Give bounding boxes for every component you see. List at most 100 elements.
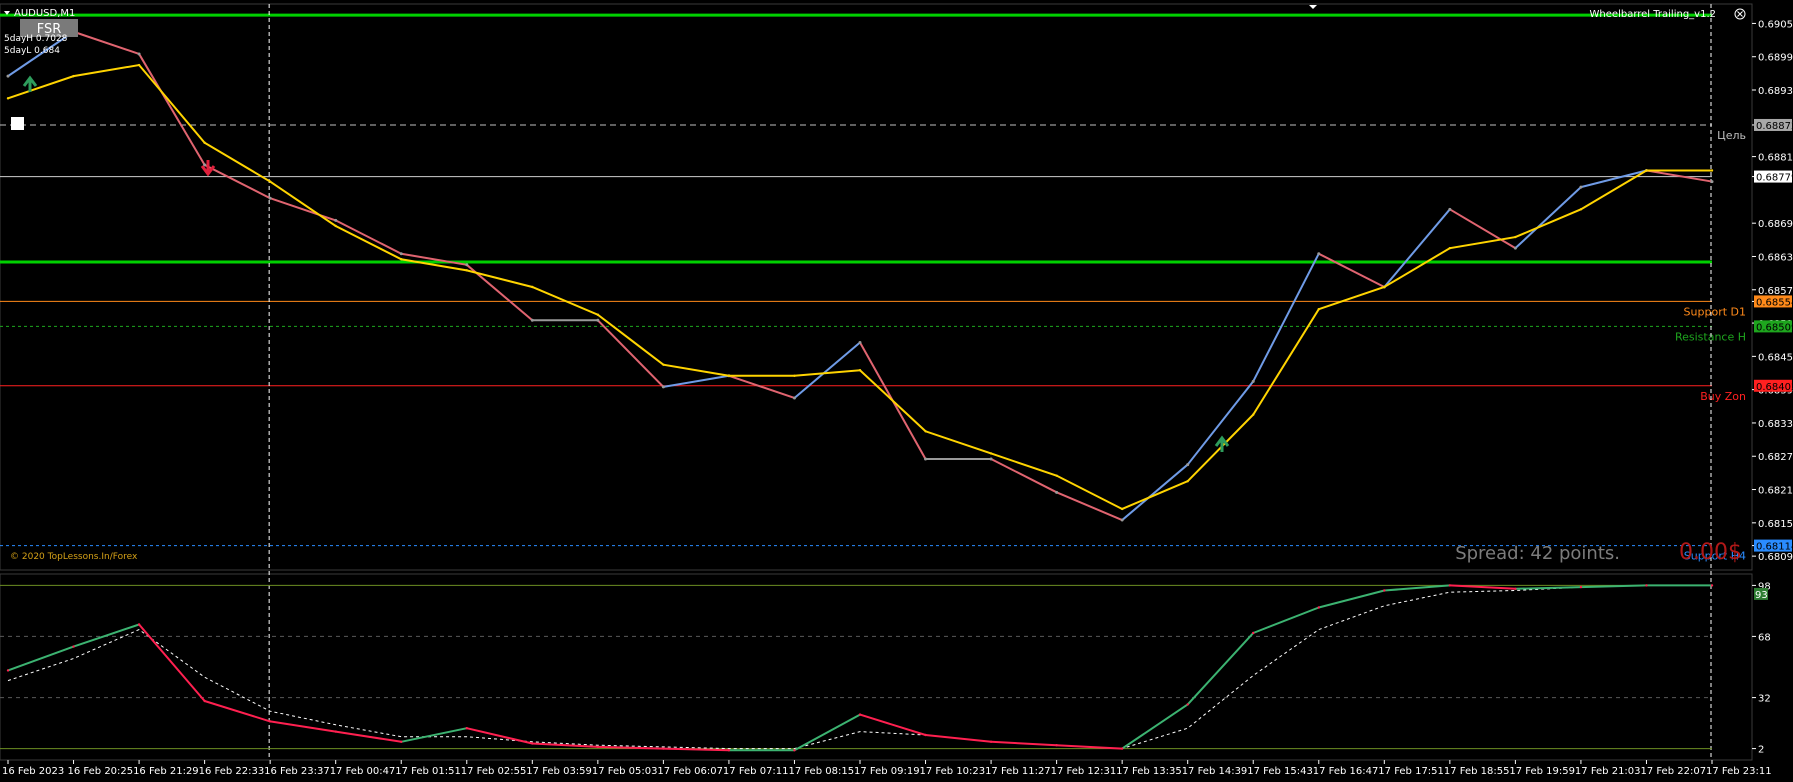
osc-tick-label: 2 <box>1758 745 1764 756</box>
osc-point <box>793 749 796 752</box>
five-day-low: 5dayL 0.684 <box>4 46 60 56</box>
ma-point <box>1317 307 1320 311</box>
price-point <box>792 396 796 400</box>
price-point <box>137 52 141 56</box>
ma-point <box>203 141 206 144</box>
level-value-tag-label: 0.68402 <box>1756 382 1793 393</box>
level-value-tag-label: 0.68779 <box>1756 173 1793 184</box>
ma-point <box>465 269 468 272</box>
osc-main-segment <box>73 623 140 648</box>
x-tick-label: 17 Feb 09:19 <box>854 766 920 777</box>
osc-point <box>1514 587 1517 590</box>
price-point <box>1513 246 1517 250</box>
price-segment <box>335 219 402 255</box>
osc-point <box>1055 744 1058 747</box>
level-label: Support D1 <box>1684 305 1746 318</box>
price-segment <box>1186 380 1255 466</box>
price-point <box>989 457 993 461</box>
trailing-ma-line <box>7 63 1712 511</box>
ma-point <box>858 369 862 372</box>
time-axis: 16 Feb 2023 16 Feb 20:25 16 Feb 21:29 16 Fe… <box>2 760 1772 777</box>
indicator-name: Wheelbarrel Trailing_v1.2 <box>1590 9 1716 20</box>
osc-tick-label: 32 <box>1758 694 1771 705</box>
spread-text: Spread: 42 points. <box>1455 543 1620 564</box>
osc-main-segment <box>335 730 402 743</box>
osc-point <box>1579 585 1583 589</box>
y-tick-label: 0.68815 <box>1758 153 1793 164</box>
oscillator-layer <box>0 584 1714 752</box>
osc-main-segment <box>1121 703 1189 750</box>
shift-marker-icon[interactable] <box>1309 5 1317 9</box>
osc-point <box>203 699 206 703</box>
osc-point <box>1120 747 1124 750</box>
price-segment <box>1056 491 1123 521</box>
symbol-title: AUDUSD,M1 <box>14 8 75 19</box>
osc-point <box>72 645 75 648</box>
level-value-tag-label: 0.68554 <box>1756 297 1793 308</box>
osc-main-segment <box>270 720 336 733</box>
price-segment <box>1646 169 1713 183</box>
osc-point <box>1317 606 1320 609</box>
x-tick-label: 17 Feb 01:51 <box>395 766 461 777</box>
y-tick-label: 0.68635 <box>1758 252 1793 263</box>
osc-point <box>662 747 665 750</box>
osc-point <box>1383 589 1386 592</box>
y-tick-label: 0.68155 <box>1758 519 1793 530</box>
price-point <box>1579 185 1583 189</box>
osc-point <box>1186 703 1189 706</box>
trading-chart[interactable]: ЦельSupport D1Resistance HBuy ZonSupport… <box>0 0 1793 782</box>
ma-point <box>137 63 141 67</box>
price-segment <box>663 374 730 388</box>
osc-main-segment <box>1056 744 1123 750</box>
x-tick-label: 17 Feb 07:11 <box>723 766 789 777</box>
ma-point <box>72 74 75 78</box>
osc-main-segment <box>466 727 533 745</box>
x-tick-label: 17 Feb 21:03 <box>1575 766 1641 777</box>
ma-point <box>334 224 337 228</box>
osc-main-segment <box>401 727 467 743</box>
ma-point <box>1383 285 1386 289</box>
ma-point <box>1120 507 1124 511</box>
x-tick-label: 17 Feb 23:11 <box>1706 766 1772 777</box>
y-tick-label: 0.69055 <box>1758 19 1793 30</box>
price-point <box>268 196 272 200</box>
copyright-text: © 2020 TopLessons.In/Forex <box>10 552 138 562</box>
price-segment <box>269 197 337 222</box>
ma-point <box>1645 169 1648 172</box>
x-tick-label: 16 Feb 2023 <box>2 766 64 777</box>
y-tick-label: 0.68335 <box>1758 419 1793 430</box>
osc-point <box>596 745 600 749</box>
x-tick-label: 17 Feb 13:35 <box>1116 766 1182 777</box>
x-tick-label: 17 Feb 22:07 <box>1640 766 1706 777</box>
position-marker[interactable] <box>11 117 24 130</box>
y-tick-label: 0.68575 <box>1758 286 1793 297</box>
ma-point <box>1448 246 1452 250</box>
price-segment <box>728 374 795 399</box>
price-segment <box>1318 252 1385 288</box>
ma-point <box>924 430 927 433</box>
price-point <box>596 318 600 322</box>
x-tick-label: 17 Feb 05:03 <box>592 766 658 777</box>
y-tick-label: 0.68695 <box>1758 219 1793 230</box>
ma-point <box>1710 169 1714 172</box>
price-point <box>465 263 469 267</box>
y-tick-label: 0.68275 <box>1758 452 1793 463</box>
osc-point <box>1252 631 1255 635</box>
price-segment <box>204 164 271 200</box>
level-value-tag-label: 0.68509 <box>1756 322 1793 333</box>
profit-text: 0.00$ <box>1679 540 1742 565</box>
osc-main-segment <box>1252 606 1320 634</box>
ma-point <box>6 97 10 100</box>
osc-signal-line <box>7 584 1712 750</box>
x-tick-label: 17 Feb 19:59 <box>1509 766 1575 777</box>
close-icon-cross <box>1737 11 1743 17</box>
ma-point <box>989 452 993 455</box>
y-tick-label: 0.68455 <box>1758 352 1793 363</box>
y-tick-label: 0.68095 <box>1758 552 1793 563</box>
osc-main-segment <box>7 645 74 672</box>
x-tick-label: 17 Feb 03:59 <box>526 766 592 777</box>
ma-point <box>793 374 796 377</box>
osc-main-segment <box>1318 589 1385 609</box>
osc-main-segment <box>204 700 271 723</box>
osc-point <box>6 669 10 672</box>
